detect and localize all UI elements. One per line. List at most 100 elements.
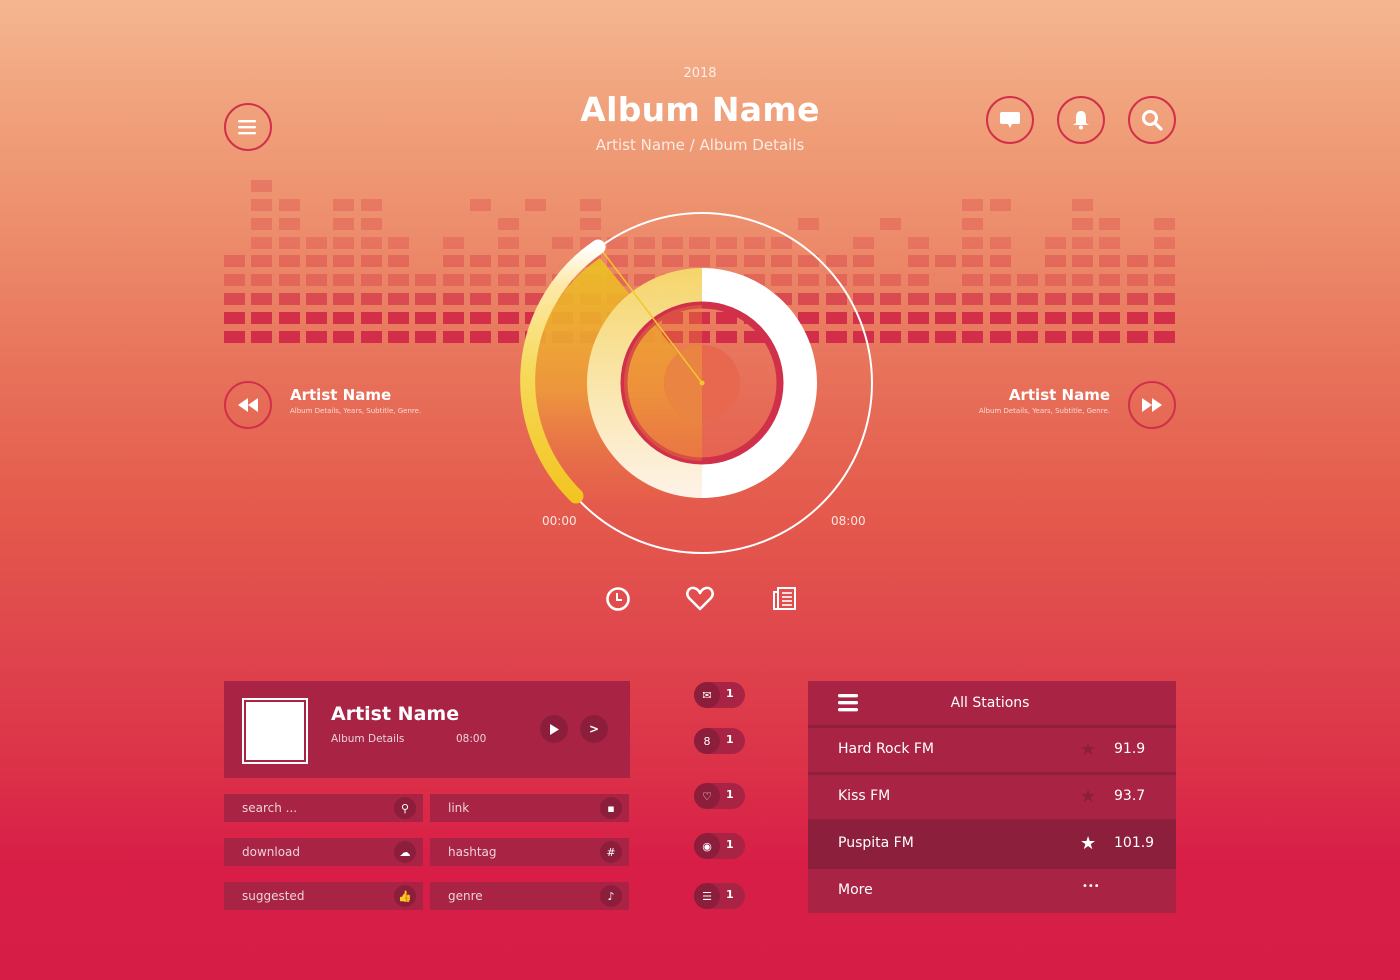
equalizer-block [360, 312, 382, 324]
equalizer-block [1126, 312, 1148, 324]
user-icon: 8 [694, 728, 720, 754]
now-playing-card: Artist Name Album Details 08:00 > [224, 681, 630, 778]
equalizer-block [388, 331, 410, 343]
equalizer-block [278, 237, 300, 249]
messages-button[interactable] [986, 96, 1034, 144]
thumbs-up-icon[interactable]: 👍 [394, 885, 416, 907]
album-year: 2018 [683, 66, 717, 81]
equalizer-block [442, 331, 464, 343]
equalizer-block [1099, 312, 1121, 324]
field-search[interactable]: search ... ⚲ [224, 794, 423, 822]
play-button[interactable] [540, 715, 568, 743]
notifications-button[interactable] [1057, 96, 1105, 144]
star-icon[interactable]: ★ [1080, 786, 1096, 807]
equalizer-block [1099, 237, 1121, 249]
previous-track-info[interactable]: Artist Name Album Details, Years, Subtit… [290, 386, 421, 415]
equalizer-block [989, 274, 1011, 286]
field-hashtag[interactable]: hashtag # [430, 838, 629, 866]
equalizer-block [251, 218, 273, 230]
now-playing-details: Album Details [331, 733, 405, 745]
equalizer-block [360, 218, 382, 230]
stations-header: All Stations [808, 681, 1176, 728]
heart-icon [686, 586, 714, 611]
next-artist: Artist Name [1008, 386, 1110, 404]
station-row[interactable]: Hard Rock FM ★ 91.9 [808, 728, 1176, 775]
equalizer-block [278, 312, 300, 324]
history-button[interactable] [605, 586, 631, 616]
field-genre[interactable]: genre ♪ [430, 882, 629, 910]
search-button[interactable] [1128, 96, 1176, 144]
equalizer-block [1153, 255, 1175, 267]
equalizer-block [989, 255, 1011, 267]
equalizer-block [1044, 312, 1066, 324]
field-download[interactable]: download ☁ [224, 838, 423, 866]
station-row[interactable]: Kiss FM ★ 93.7 [808, 775, 1176, 822]
equalizer-block [442, 274, 464, 286]
equalizer-block [224, 274, 245, 286]
play-icon [550, 723, 559, 735]
equalizer-block [935, 293, 957, 305]
search-icon[interactable]: ⚲ [394, 797, 416, 819]
badge-count: 1 [726, 888, 734, 901]
clock-icon [606, 587, 630, 611]
equalizer-block [470, 312, 492, 324]
equalizer-block [1099, 274, 1121, 286]
equalizer-block [1044, 331, 1066, 343]
equalizer-block [388, 274, 410, 286]
badge-user[interactable]: 81 [694, 728, 745, 754]
equalizer-block [1126, 331, 1148, 343]
next-button[interactable] [1128, 381, 1176, 429]
equalizer-block [989, 237, 1011, 249]
favorite-button[interactable] [686, 586, 714, 616]
stations-more[interactable]: More ••• [808, 869, 1176, 913]
badge-record[interactable]: ◉ 1 [694, 833, 745, 859]
equalizer-block [306, 312, 328, 324]
badge-heart[interactable]: ♡ 1 [694, 783, 745, 809]
search-icon [1142, 110, 1163, 131]
equalizer-block [278, 255, 300, 267]
time-elapsed: 00:00 [542, 514, 577, 528]
album-cover[interactable] [242, 698, 308, 764]
next-track-info[interactable]: Artist Name Album Details, Years, Subtit… [979, 386, 1110, 415]
equalizer-block [224, 331, 245, 343]
field-link[interactable]: link ▪ [430, 794, 629, 822]
equalizer-block [333, 199, 355, 211]
equalizer-block [962, 199, 984, 211]
grid-icon[interactable]: ▪ [600, 797, 622, 819]
badge-mail[interactable]: ✉ 1 [694, 682, 745, 708]
equalizer-block [470, 331, 492, 343]
field-label: search ... [242, 801, 298, 815]
equalizer-block [415, 312, 437, 324]
previous-button[interactable] [224, 381, 272, 429]
equalizer-block [470, 274, 492, 286]
stations-panel: All Stations Hard Rock FM ★ 91.9 Kiss FM ★ 93… [808, 681, 1176, 913]
playlist-button[interactable] [772, 586, 798, 616]
star-icon[interactable]: ★ [1080, 833, 1096, 854]
equalizer-block [470, 255, 492, 267]
now-playing-artist: Artist Name [331, 703, 460, 725]
skip-button[interactable]: > [580, 715, 608, 743]
list-document-icon [773, 587, 796, 610]
field-suggested[interactable]: suggested 👍 [224, 882, 423, 910]
field-label: genre [448, 889, 483, 903]
equalizer-block [251, 293, 273, 305]
previous-artist: Artist Name [290, 386, 392, 404]
equalizer-block [1071, 331, 1093, 343]
next-details: Album Details, Years, Subtitle, Genre. [978, 407, 1110, 415]
equalizer-block [360, 331, 382, 343]
equalizer-block [224, 312, 245, 324]
station-row[interactable]: Puspita FM ★ 101.9 [808, 822, 1176, 869]
cloud-download-icon[interactable]: ☁ [394, 841, 416, 863]
equalizer-block [1153, 218, 1175, 230]
badge-list[interactable]: ☰ 1 [694, 883, 745, 909]
equalizer-block [1099, 331, 1121, 343]
heart-icon: ♡ [694, 783, 720, 809]
equalizer-block [442, 237, 464, 249]
music-note-icon[interactable]: ♪ [600, 885, 622, 907]
star-icon[interactable]: ★ [1080, 739, 1096, 760]
hashtag-icon[interactable]: # [600, 841, 622, 863]
equalizer-block [360, 255, 382, 267]
menu-button[interactable] [224, 103, 272, 151]
equalizer-block [388, 312, 410, 324]
equalizer-block [1071, 218, 1093, 230]
